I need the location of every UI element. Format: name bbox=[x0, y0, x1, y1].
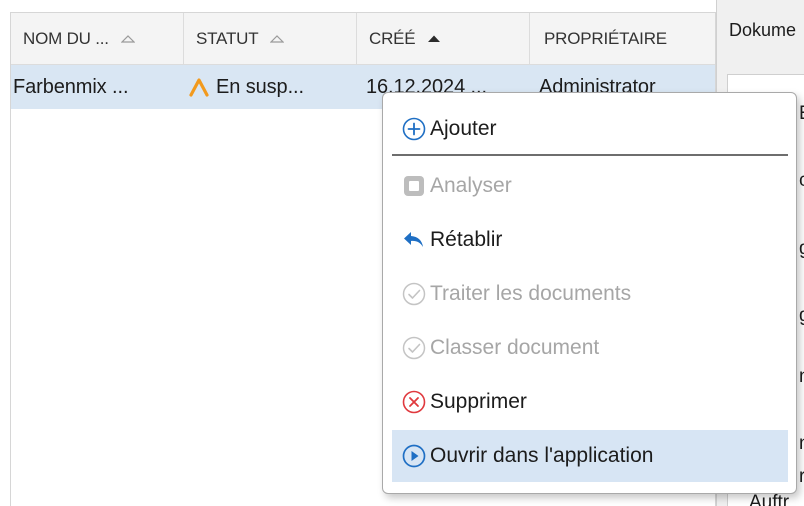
row-name-cell: Farbenmix ... bbox=[13, 75, 129, 98]
row-status-cell: En susp... bbox=[188, 65, 304, 109]
sort-unsorted-icon bbox=[120, 34, 136, 43]
detail-text-fragment: g bbox=[799, 305, 804, 327]
menu-item-add[interactable]: Ajouter bbox=[392, 103, 788, 155]
sort-unsorted-icon bbox=[269, 34, 285, 43]
detail-panel-title: Dokume bbox=[729, 20, 797, 40]
menu-separator bbox=[392, 154, 788, 156]
column-header-created-label: CRÉÉ bbox=[369, 28, 416, 48]
menu-item-process-documents[interactable]: Traiter les documents bbox=[392, 268, 788, 320]
column-header-created[interactable]: CRÉÉ bbox=[357, 13, 530, 64]
detail-text-fragment: n bbox=[799, 366, 804, 388]
column-header-status-label: STATUT bbox=[196, 28, 259, 48]
detail-text-fragment: r bbox=[799, 466, 804, 488]
delete-x-circle-icon bbox=[401, 389, 427, 415]
menu-item-restore[interactable]: Rétablir bbox=[392, 214, 788, 266]
status-suspended-icon bbox=[188, 77, 210, 97]
check-circle-icon bbox=[401, 281, 427, 307]
column-header-name[interactable]: NOM DU ... bbox=[11, 13, 184, 64]
column-header-name-label: NOM DU ... bbox=[23, 28, 109, 48]
detail-text-fragment: n bbox=[799, 433, 804, 455]
row-status-label: En susp... bbox=[216, 75, 304, 98]
menu-item-open-in-application[interactable]: Ouvrir dans l'application bbox=[392, 430, 788, 482]
detail-text-fragment: Auftr bbox=[749, 492, 790, 506]
analyze-square-icon bbox=[401, 173, 427, 199]
menu-item-restore-label: Rétablir bbox=[430, 228, 503, 251]
menu-item-classify-document-label: Classer document bbox=[430, 336, 600, 359]
menu-item-open-in-application-label: Ouvrir dans l'application bbox=[430, 444, 654, 467]
play-circle-icon bbox=[401, 443, 427, 469]
add-circle-icon bbox=[401, 116, 427, 142]
detail-text-fragment: E bbox=[799, 103, 804, 125]
column-header-status[interactable]: STATUT bbox=[184, 13, 357, 64]
list-header: NOM DU ... STATUT CRÉÉ PROPRIÉTAIRE bbox=[11, 13, 715, 65]
menu-item-delete-label: Supprimer bbox=[430, 390, 527, 413]
menu-item-analyze-label: Analyser bbox=[430, 174, 512, 197]
detail-text-fragment: c bbox=[799, 170, 804, 192]
menu-item-process-documents-label: Traiter les documents bbox=[430, 282, 632, 305]
undo-arrow-icon bbox=[401, 227, 427, 253]
menu-item-analyze[interactable]: Analyser bbox=[392, 160, 788, 212]
column-header-owner-label: PROPRIÉTAIRE bbox=[544, 28, 667, 48]
detail-text-fragment: g bbox=[799, 238, 804, 260]
menu-item-classify-document[interactable]: Classer document bbox=[392, 322, 788, 374]
check-circle-icon bbox=[401, 335, 427, 361]
menu-item-delete[interactable]: Supprimer bbox=[392, 376, 788, 428]
context-menu: Ajouter Analyser Rétablir Traiter les do… bbox=[382, 92, 797, 494]
column-header-owner[interactable]: PROPRIÉTAIRE bbox=[530, 13, 715, 64]
menu-item-add-label: Ajouter bbox=[430, 117, 497, 140]
sort-ascending-icon bbox=[427, 34, 441, 43]
